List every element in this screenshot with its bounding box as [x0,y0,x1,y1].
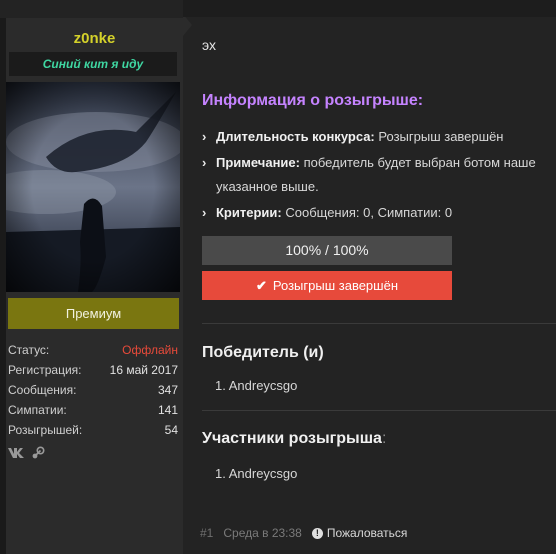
participants-list: 1. Andreycsgo [215,466,297,481]
stat-label: Симпатии: [8,403,67,417]
winners-list: 1. Andreycsgo [215,378,297,393]
info-key: Критерии: [216,205,282,220]
participants-title-text: Участники розыгрыша [202,430,382,447]
participants-title: Участники розыгрыша: [202,430,386,448]
giveaway-info: › Длительность конкурса: Розыгрыш заверш… [202,125,556,227]
stat-value: 54 [164,423,178,437]
avatar-image [6,82,180,292]
winners-title: Победитель (и) [202,344,324,361]
post-footer: #1 Среда в 23:38 ! Пожаловаться [200,526,407,540]
alert-icon: ! [311,527,323,539]
info-note: › Примечание: победитель будет выбран бо… [202,151,556,199]
stat-status: Статус: Оффлайн [8,340,178,360]
post-number[interactable]: #1 [200,526,213,540]
bullet-icon: › [202,205,207,220]
bullet-icon: › [202,129,207,144]
info-value: Сообщения: 0, Симпатии: 0 [285,205,453,220]
stat-value: Оффлайн [122,343,178,357]
stat-value: 347 [157,383,178,397]
stat-value: 16 май 2017 [109,363,178,377]
post-message: эх [202,37,216,53]
ended-label: Розыгрыш завершён [272,278,398,293]
winner-item[interactable]: 1. Andreycsgo [215,378,297,393]
report-label: Пожаловаться [326,526,408,540]
social-links [8,446,46,460]
stat-giveaways: Розыгрышей: 54 [8,420,178,440]
giveaway-ended-button[interactable]: ✔ Розыгрыш завершён [202,271,452,300]
post-time[interactable]: Среда в 23:38 [223,526,302,540]
post-content: эх Информация о розыгрыше: › Длительност… [183,0,556,554]
bullet-icon: › [202,155,207,170]
giveaway-title: Информация о розыгрыше: [202,92,424,109]
check-icon: ✔ [256,278,267,293]
divider [202,410,556,411]
stat-label: Сообщения: [8,383,77,397]
report-button[interactable]: ! Пожаловаться [311,526,408,540]
stat-label: Розыгрышей: [8,423,83,437]
steam-icon[interactable] [30,446,46,460]
avatar[interactable] [6,82,180,292]
participants-colon: : [381,430,387,447]
progress-bar: 100% / 100% [202,236,452,265]
info-key: Примечание: [216,155,300,170]
info-key: Длительность конкурса: [216,129,375,144]
info-duration: › Длительность конкурса: Розыгрыш заверш… [202,125,556,149]
info-value: Розыгрыш завершён [378,129,504,144]
premium-badge[interactable]: Премиум [8,298,179,329]
vk-icon[interactable] [8,446,24,460]
stat-label: Регистрация: [8,363,82,377]
stat-messages: Сообщения: 347 [8,380,178,400]
top-bar [183,0,556,17]
divider [202,323,556,324]
participant-item[interactable]: 1. Andreycsgo [215,466,297,481]
stat-registration: Регистрация: 16 май 2017 [8,360,178,380]
stat-label: Статус: [8,343,50,357]
user-stats: Статус: Оффлайн Регистрация: 16 май 2017… [8,340,178,440]
username[interactable]: z0nke [6,30,183,47]
info-criteria: › Критерии: Сообщения: 0, Симпатии: 0 [202,201,556,225]
user-title: Синий кит я иду [9,52,177,76]
user-panel: z0nke Синий кит я иду Премиум Статус: Оф… [0,18,183,554]
stat-likes: Симпатии: 141 [8,400,178,420]
stat-value: 141 [157,403,178,417]
